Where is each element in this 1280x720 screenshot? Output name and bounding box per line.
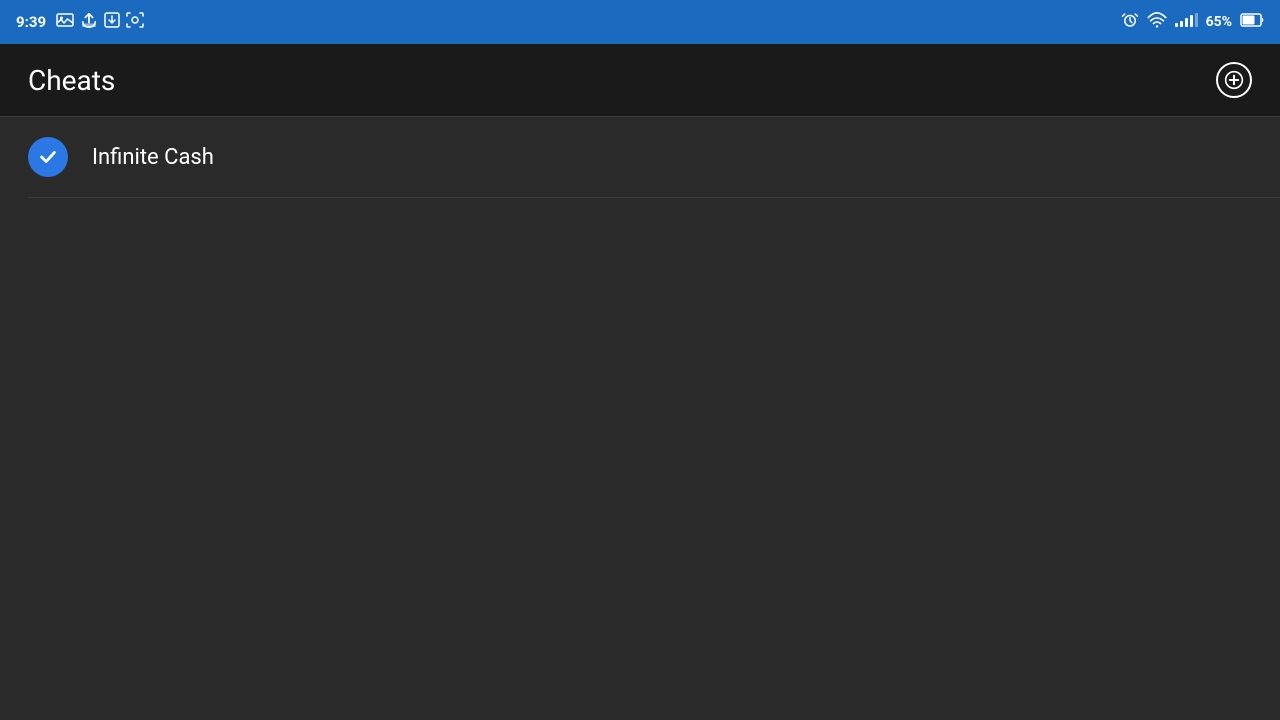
- page-title: Cheats: [28, 64, 115, 97]
- signal-icon: [1175, 13, 1198, 31]
- status-time: 9:39: [16, 13, 46, 31]
- status-left: 9:39: [16, 12, 144, 32]
- add-cheat-button[interactable]: [1216, 62, 1252, 98]
- screenshot-icon: [126, 12, 144, 32]
- list-item[interactable]: Infinite Cash: [0, 117, 1280, 197]
- cheat-checked-icon: [28, 137, 68, 177]
- add-icon: [1224, 70, 1244, 90]
- cheats-list: Infinite Cash: [0, 117, 1280, 198]
- checkmark-icon: [37, 146, 59, 168]
- status-icons: [56, 12, 144, 32]
- battery-text: 65%: [1206, 14, 1232, 30]
- alarm-icon: [1121, 11, 1139, 33]
- item-divider: [28, 197, 1280, 198]
- download-icon: [104, 12, 120, 32]
- sync-icon: [80, 12, 98, 32]
- battery-icon: [1240, 13, 1264, 31]
- app-bar: Cheats: [0, 44, 1280, 116]
- cheat-label: Infinite Cash: [92, 145, 214, 170]
- wifi-icon: [1147, 12, 1167, 32]
- status-right: 65%: [1121, 11, 1264, 33]
- gallery-icon: [56, 12, 74, 32]
- status-bar: 9:39: [0, 0, 1280, 44]
